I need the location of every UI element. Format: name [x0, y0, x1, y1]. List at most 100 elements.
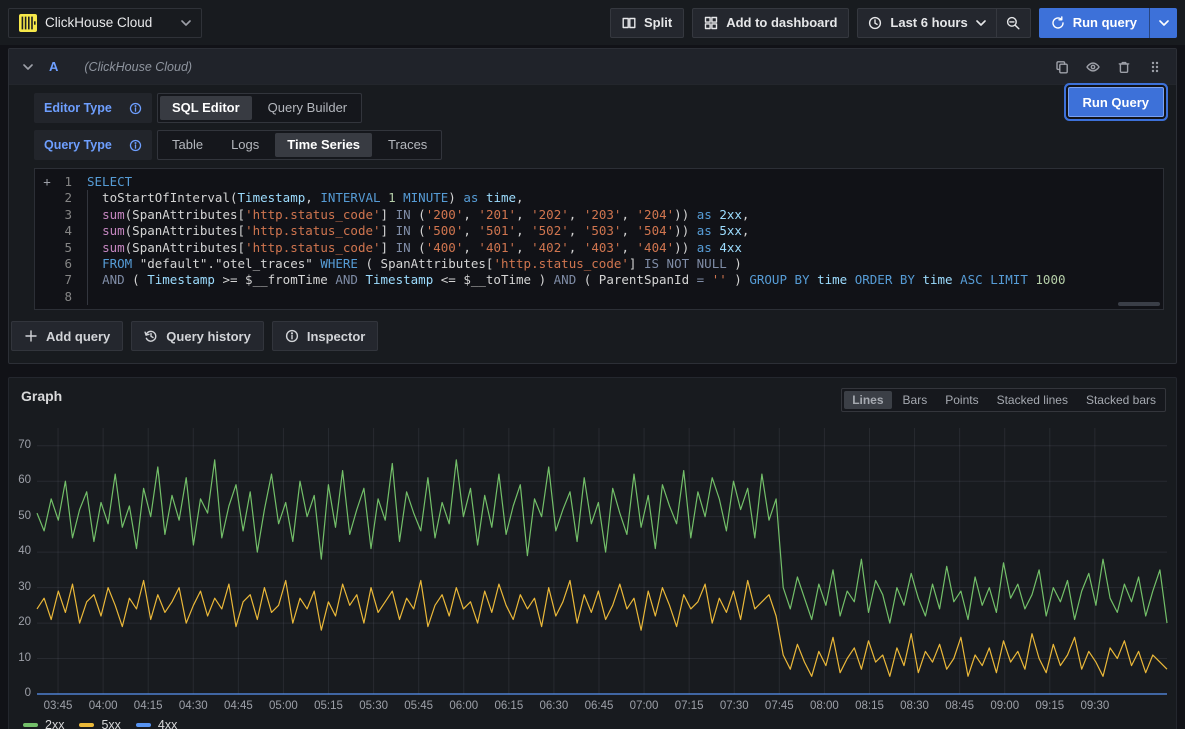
x-tick-label: 04:15 — [127, 700, 169, 712]
plot-area[interactable] — [37, 428, 1167, 694]
x-tick-label: 08:00 — [803, 700, 845, 712]
editor-type-toggle: SQL EditorQuery Builder — [157, 93, 362, 123]
query-type-label: Query Type — [34, 130, 152, 160]
x-tick-label: 04:00 — [82, 700, 124, 712]
query-editor-panel: A (ClickHouse Cloud) Editor Type SQL Edi… — [8, 48, 1177, 364]
time-range-picker[interactable]: Last 6 hours — [858, 9, 995, 37]
clock-icon — [868, 16, 882, 30]
x-tick-label: 09:30 — [1074, 700, 1116, 712]
code-line-1[interactable]: +1 SELECT — [35, 174, 1163, 190]
gutter — [40, 289, 54, 305]
inspector-label: Inspector — [307, 329, 366, 344]
x-tick-label: 08:45 — [939, 700, 981, 712]
code-text: sum(SpanAttributes['http.status_code'] I… — [87, 223, 749, 239]
x-tick-label: 05:30 — [353, 700, 395, 712]
x-tick-label: 09:00 — [984, 700, 1026, 712]
datasource-name: ClickHouse Cloud — [45, 15, 152, 30]
sql-editor[interactable]: +1 SELECT2 toStartOfInterval(Timestamp, I… — [34, 168, 1164, 310]
x-tick-label: 06:30 — [533, 700, 575, 712]
y-tick-label: 30 — [9, 581, 31, 593]
drag-query-handle[interactable] — [1148, 60, 1162, 74]
query-editor-body: Editor Type SQL EditorQuery Builder Quer… — [9, 85, 1176, 310]
y-tick-label: 0 — [9, 687, 31, 699]
code-line-6[interactable]: 6 FROM "default"."otel_traces" WHERE ( S… — [35, 256, 1163, 272]
clickhouse-logo-icon — [19, 14, 37, 32]
info-circle-icon[interactable] — [129, 139, 142, 152]
legend-swatch — [23, 723, 38, 727]
line-number: 2 — [54, 190, 72, 206]
code-text: sum(SpanAttributes['http.status_code'] I… — [87, 240, 742, 256]
series-2xx — [37, 460, 1167, 623]
code-line-7[interactable]: 7 AND ( Timestamp >= $__fromTime AND Tim… — [35, 272, 1163, 288]
split-button[interactable]: Split — [610, 8, 684, 38]
info-circle-icon[interactable] — [129, 102, 142, 115]
add-query-label: Add query — [46, 329, 110, 344]
code-line-8[interactable]: 8 — [35, 289, 1163, 305]
collapse-chevron-icon[interactable] — [23, 64, 33, 70]
option-logs[interactable]: Logs — [217, 131, 273, 159]
zoom-out-time-button[interactable] — [996, 9, 1030, 37]
query-history-label: Query history — [166, 329, 251, 344]
y-tick-label: 20 — [9, 616, 31, 628]
option-sql-editor[interactable]: SQL Editor — [160, 96, 252, 120]
split-label: Split — [644, 15, 672, 30]
run-query-button[interactable]: Run query — [1039, 8, 1149, 38]
inspector-button[interactable]: Inspector — [272, 321, 379, 351]
query-ref-id: A — [49, 59, 58, 74]
editor-type-row: Editor Type SQL EditorQuery Builder — [34, 93, 1164, 123]
query-row-header[interactable]: A (ClickHouse Cloud) — [9, 49, 1176, 85]
x-tick-label: 05:45 — [398, 700, 440, 712]
x-tick-label: 04:45 — [217, 700, 259, 712]
duplicate-query-button[interactable] — [1055, 60, 1069, 74]
history-icon — [144, 329, 158, 343]
x-tick-label: 05:00 — [262, 700, 304, 712]
legend-item-2xx[interactable]: 2xx — [23, 718, 64, 729]
x-tick-label: 06:15 — [488, 700, 530, 712]
x-tick-label: 07:15 — [668, 700, 710, 712]
legend-label: 2xx — [45, 718, 64, 729]
datasource-picker[interactable]: ClickHouse Cloud — [8, 8, 202, 38]
line-number: 7 — [54, 272, 72, 288]
horizontal-scrollbar[interactable] — [1118, 302, 1160, 306]
legend-item-4xx[interactable]: 4xx — [136, 718, 177, 729]
add-line-icon[interactable]: + — [40, 174, 54, 190]
delete-query-button[interactable] — [1117, 60, 1131, 74]
code-text: sum(SpanAttributes['http.status_code'] I… — [87, 207, 749, 223]
hide-query-button[interactable] — [1086, 60, 1100, 74]
add-query-button[interactable]: Add query — [11, 321, 123, 351]
code-text: FROM "default"."otel_traces" WHERE ( Spa… — [87, 256, 742, 272]
option-table[interactable]: Table — [158, 131, 217, 159]
option-query-builder[interactable]: Query Builder — [254, 94, 361, 122]
x-tick-label: 09:15 — [1029, 700, 1071, 712]
code-line-4[interactable]: 4 sum(SpanAttributes['http.status_code']… — [35, 223, 1163, 239]
query-type-row: Query Type TableLogsTime SeriesTraces — [34, 130, 1164, 160]
query-history-button[interactable]: Query history — [131, 321, 264, 351]
panel-run-query-button[interactable]: Run Query — [1068, 87, 1164, 117]
split-icon — [622, 16, 636, 30]
code-line-2[interactable]: 2 toStartOfInterval(Timestamp, INTERVAL … — [35, 190, 1163, 206]
x-tick-label: 04:30 — [172, 700, 214, 712]
option-time-series[interactable]: Time Series — [275, 133, 372, 157]
editor-type-label-text: Editor Type — [44, 101, 112, 115]
add-to-dashboard-label: Add to dashboard — [726, 15, 837, 30]
query-row-actions — [1055, 60, 1162, 74]
explore-toolbar: ClickHouse Cloud Split Add to dashboard … — [0, 0, 1185, 45]
time-controls: Last 6 hours — [857, 8, 1030, 38]
code-line-3[interactable]: 3 sum(SpanAttributes['http.status_code']… — [35, 207, 1163, 223]
code-line-5[interactable]: 5 sum(SpanAttributes['http.status_code']… — [35, 240, 1163, 256]
editor-type-label: Editor Type — [34, 93, 152, 123]
dashboard-grid-icon — [704, 16, 718, 30]
x-tick-label: 08:15 — [848, 700, 890, 712]
chevron-down-icon — [976, 20, 986, 26]
line-number: 1 — [54, 174, 72, 190]
sql-code: +1 SELECT2 toStartOfInterval(Timestamp, I… — [35, 174, 1163, 305]
legend-item-5xx[interactable]: 5xx — [79, 718, 120, 729]
gutter — [40, 190, 54, 206]
legend-label: 5xx — [101, 718, 120, 729]
add-to-dashboard-button[interactable]: Add to dashboard — [692, 8, 849, 38]
y-tick-label: 40 — [9, 545, 31, 557]
run-query-dropdown-button[interactable] — [1149, 8, 1177, 38]
code-text: SELECT — [87, 174, 132, 190]
query-type-label-text: Query Type — [44, 138, 112, 152]
option-traces[interactable]: Traces — [374, 131, 441, 159]
